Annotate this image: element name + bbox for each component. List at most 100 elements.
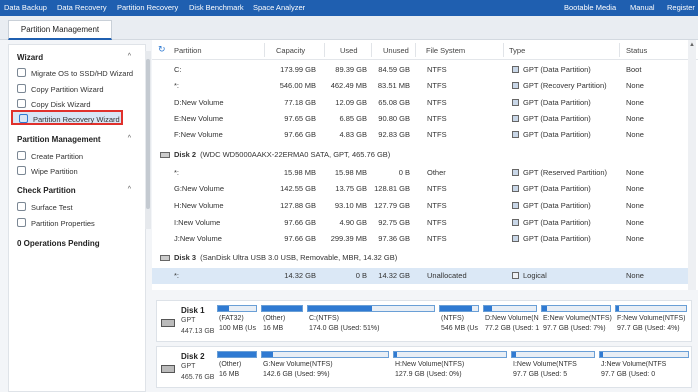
sidebar-item-partition-properties[interactable]: Partition Properties <box>17 218 95 231</box>
partition-block[interactable]: F:New Volume(NTFS) 97.7 GB (Used: 4%) <box>615 305 687 339</box>
partition-size: 77.2 GB (Used: 1 <box>485 325 539 332</box>
cell-used: 15.98 MB <box>334 168 367 177</box>
disk-header-row[interactable]: Disk 2 (WDC WD5000AAKX-22ERMA0 SATA, GPT,… <box>152 147 688 163</box>
partition-size: 97.7 GB (Used: 5 <box>513 371 568 378</box>
partition-type-swatch <box>512 235 519 242</box>
cell-status: None <box>626 271 644 280</box>
partition-label: I:New Volume(NTFS <box>513 361 577 368</box>
cell-capacity: 142.55 GB <box>280 184 316 193</box>
partition-block[interactable]: (Other) 16 MB <box>261 305 303 339</box>
scroll-up-icon[interactable]: ▲ <box>689 42 695 48</box>
column-divider[interactable] <box>264 43 265 57</box>
cell-partition: *: <box>174 168 180 177</box>
partition-block[interactable]: D:New Volume(N 77.2 GB (Used: 1 <box>483 305 539 339</box>
col-capacity[interactable]: Capacity <box>276 46 305 55</box>
cell-capacity: 97.66 GB <box>284 234 316 243</box>
disk-header-row[interactable]: Disk 3 (SanDisk Ultra USB 3.0 USB, Remova… <box>152 250 688 266</box>
disk-icon <box>160 152 170 158</box>
scroll-thumb[interactable] <box>146 59 150 209</box>
cell-used: 462.49 MB <box>330 81 367 90</box>
type-cell-wrapper: GPT (Data Partition) <box>512 201 591 210</box>
type-cell-wrapper: GPT (Data Partition) <box>512 184 591 193</box>
sidebar-item-copy-partition[interactable]: Copy Partition Wizard <box>17 84 104 97</box>
partition-size: 100 MB (Us <box>219 325 256 332</box>
partition-block[interactable]: C:(NTFS) 174.0 GB (Used: 51%) <box>307 305 435 339</box>
disk-map-disk1[interactable]: Disk 1 GPT 447.13 GB (FAT32) 100 MB (Us (O… <box>156 300 692 342</box>
col-status[interactable]: Status <box>626 46 647 55</box>
menu-register[interactable]: Register <box>667 3 695 12</box>
partition-block[interactable]: (NTFS) 546 MB (Us <box>439 305 479 339</box>
sidebar-item-label: Partition Properties <box>31 219 95 228</box>
disk-map-disk2[interactable]: Disk 2 GPT 465.76 GB (Other) 16 MB G:New V… <box>156 346 692 388</box>
refresh-icon[interactable]: ↻ <box>158 44 166 55</box>
sidebar-item-surface-test[interactable]: Surface Test <box>17 202 73 215</box>
partition-block[interactable]: E:New Volume(NTFS) 97.7 GB (Used: 7%) <box>541 305 612 339</box>
partition-label: G:New Volume(NTFS) <box>263 361 333 368</box>
col-file-system[interactable]: File System <box>426 46 465 55</box>
table-row[interactable]: G:New Volume 142.55 GB 13.75 GB 128.81 GB NT… <box>152 181 688 197</box>
table-row[interactable]: E:New Volume 97.65 GB 6.85 GB 90.80 GB NTFS G… <box>152 111 688 127</box>
table-row[interactable]: D:New Volume 77.18 GB 12.09 GB 65.08 GB NTFS… <box>152 95 688 111</box>
partition-label: H:New Volume(NTFS) <box>395 361 465 368</box>
partition-block[interactable]: (Other) 16 MB <box>217 351 257 385</box>
partition-block[interactable]: (FAT32) 100 MB (Us <box>217 305 257 339</box>
sidebar-item-create-partition[interactable]: Create Partition <box>17 151 83 164</box>
col-partition[interactable]: Partition <box>174 46 202 55</box>
table-scrollbar[interactable]: ▲ <box>688 40 696 290</box>
partition-block[interactable]: J:New Volume(NTFS 97.7 GB (Used: 0 <box>599 351 689 385</box>
cell-partition: H:New Volume <box>174 201 224 210</box>
menu-data-backup[interactable]: Data Backup <box>4 3 47 12</box>
column-divider[interactable] <box>619 43 620 57</box>
app-window: Data Backup Data Recovery Partition Reco… <box>0 0 698 392</box>
operations-pending: 0 Operations Pending <box>17 239 100 248</box>
cell-type: GPT (Data Partition) <box>523 234 591 243</box>
cell-file-system: NTFS <box>427 81 447 90</box>
partition-block[interactable]: H:New Volume(NTFS) 127.9 GB (Used: 0%) <box>393 351 507 385</box>
table-row[interactable]: H:New Volume 127.88 GB 93.10 MB 127.79 GB NT… <box>152 198 688 214</box>
menu-data-recovery[interactable]: Data Recovery <box>57 3 107 12</box>
col-type[interactable]: Type <box>509 46 525 55</box>
partition-block[interactable]: G:New Volume(NTFS) 142.6 GB (Used: 9%) <box>261 351 389 385</box>
sidebar-item-label: Copy Partition Wizard <box>31 85 104 94</box>
usage-fill <box>600 352 603 357</box>
cell-used: 4.83 GB <box>339 130 367 139</box>
table-row[interactable]: I:New Volume 97.66 GB 4.90 GB 92.75 GB NTFS G… <box>152 215 688 231</box>
col-unused[interactable]: Unused <box>383 46 409 55</box>
column-divider[interactable] <box>324 43 325 57</box>
menu-manual[interactable]: Manual <box>630 3 655 12</box>
sidebar-item-migrate-os[interactable]: Migrate OS to SSD/HD Wizard <box>17 68 133 81</box>
tab-partition-management[interactable]: Partition Management <box>8 20 112 40</box>
check-partition-heading: Check Partition <box>17 186 76 195</box>
col-used[interactable]: Used <box>340 46 358 55</box>
collapse-caret-icon[interactable]: ^ <box>128 53 131 60</box>
type-cell-wrapper: GPT (Data Partition) <box>512 98 591 107</box>
disk-type: GPT <box>181 363 196 370</box>
migrate-icon <box>17 68 26 77</box>
sidebar-item-partition-recovery-wizard[interactable]: Partition Recovery Wizard <box>11 110 123 125</box>
usage-fill <box>484 306 493 311</box>
column-divider[interactable] <box>371 43 372 57</box>
menu-space-analyzer[interactable]: Space Analyzer <box>253 3 305 12</box>
table-row[interactable]: J:New Volume 97.66 GB 299.39 MB 97.36 GB NTF… <box>152 231 688 247</box>
copy-partition-icon <box>17 84 26 93</box>
column-divider[interactable] <box>503 43 504 57</box>
table-row[interactable]: *: 546.00 MB 462.49 MB 83.51 MB NTFS GPT (Rec… <box>152 78 688 94</box>
table-row[interactable]: *: 14.32 GB 0 B 14.32 GB Unallocated Logical N… <box>152 268 688 284</box>
table-row[interactable]: F:New Volume 97.66 GB 4.83 GB 92.83 GB NTFS G… <box>152 127 688 143</box>
column-divider[interactable] <box>415 43 416 57</box>
table-row[interactable]: *: 15.98 MB 15.98 MB 0 B Other GPT (Reserved … <box>152 165 688 181</box>
cell-capacity: 14.32 GB <box>284 271 316 280</box>
partition-usage-bar <box>439 305 479 312</box>
menu-partition-recovery[interactable]: Partition Recovery <box>117 3 178 12</box>
sidebar-item-wipe-partition[interactable]: Wipe Partition <box>17 166 78 179</box>
partition-label: (Other) <box>219 361 242 368</box>
collapse-caret-icon[interactable]: ^ <box>128 186 131 193</box>
menu-disk-benchmark[interactable]: Disk Benchmark <box>189 3 244 12</box>
partition-block[interactable]: I:New Volume(NTFS 97.7 GB (Used: 5 <box>511 351 595 385</box>
table-row[interactable]: C: 173.99 GB 89.39 GB 84.59 GB NTFS GPT (Data… <box>152 62 688 78</box>
partition-label: J:New Volume(NTFS <box>601 361 667 368</box>
sidebar-scrollbar[interactable] <box>145 51 151 229</box>
collapse-caret-icon[interactable]: ^ <box>128 135 131 142</box>
menu-bootable-media[interactable]: Bootable Media <box>564 3 616 12</box>
cell-status: None <box>626 168 644 177</box>
